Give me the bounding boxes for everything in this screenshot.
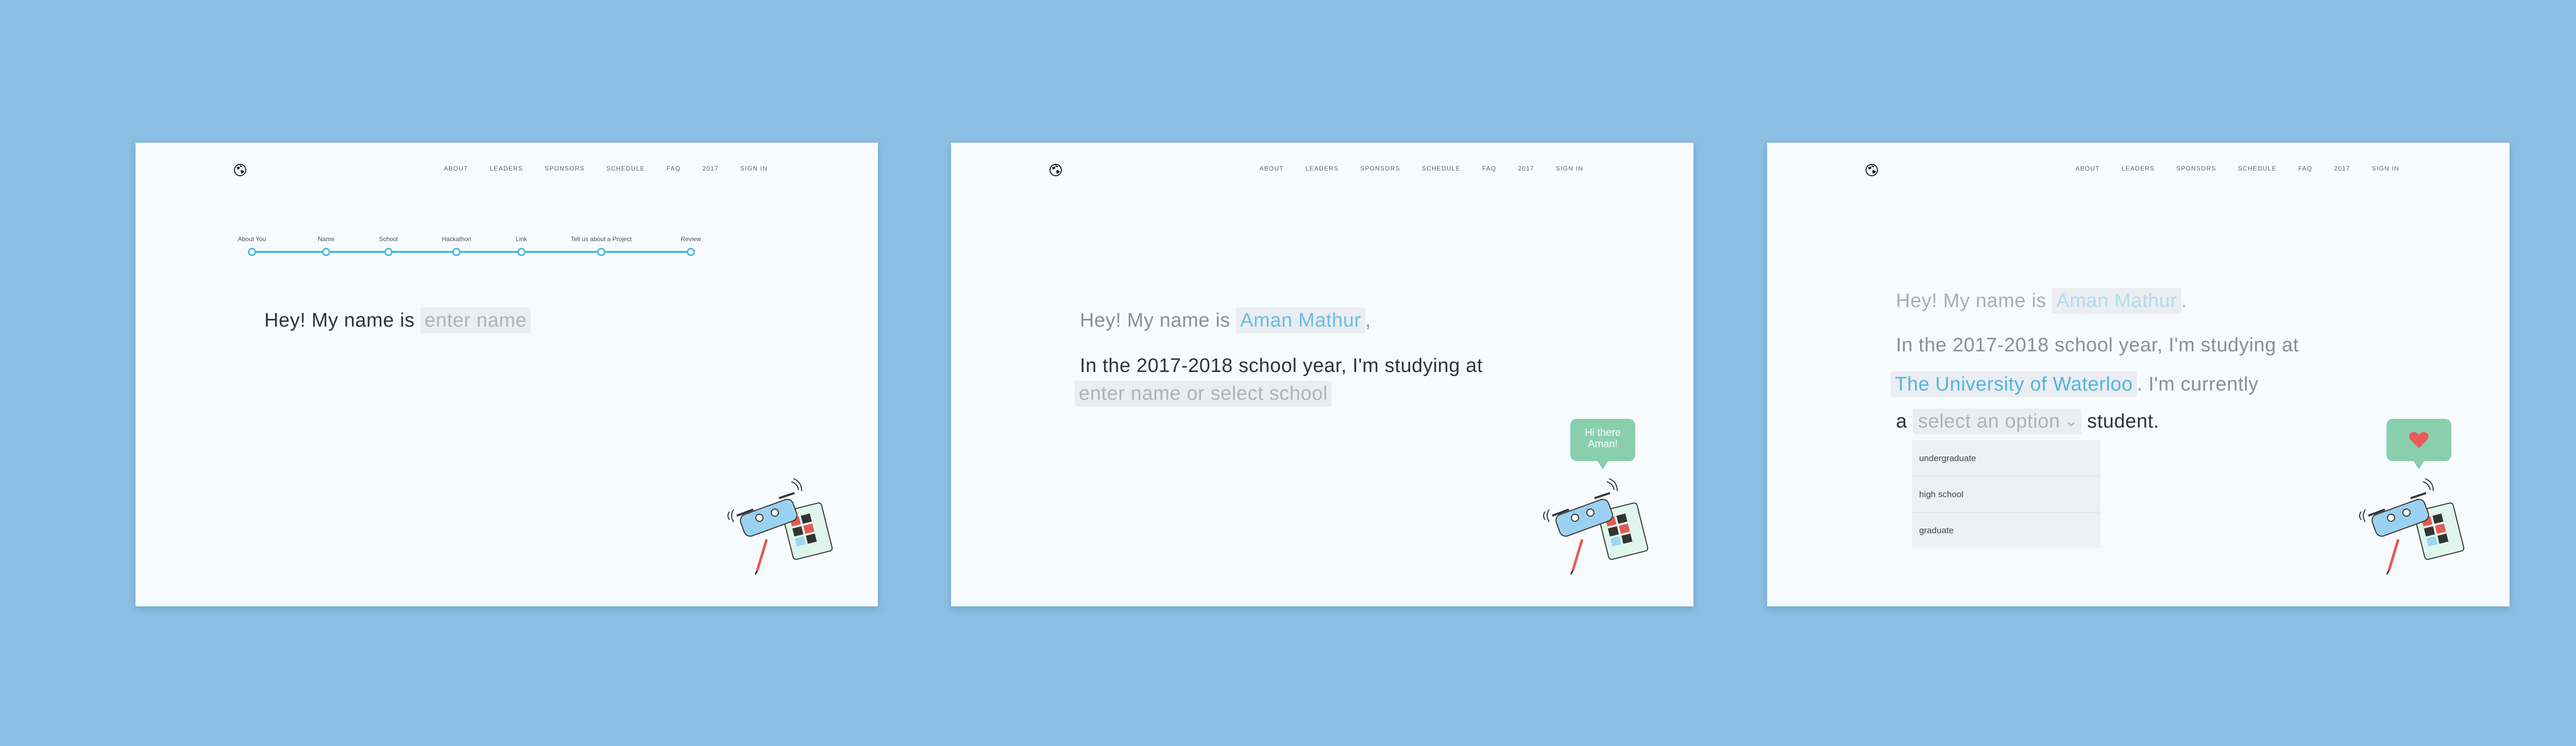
step-dot [517,248,526,256]
chevron-down-icon [2067,422,2075,427]
school-input[interactable]: enter name or select school [1075,381,1332,406]
nav-2017[interactable]: 2017 [1518,165,1534,172]
nav-sponsors[interactable]: SPONSORS [1360,165,1400,172]
greeting-text: Hey! My name is [264,310,415,331]
top-nav: ABOUT LEADERS SPONSORS SCHEDULE FAQ 2017… [444,165,768,172]
currently-text: . I'm currently [2137,374,2259,395]
step-dot [687,248,695,256]
signup-panel-name-step: ABOUT LEADERS SPONSORS SCHEDULE FAQ 2017… [135,143,878,606]
nav-schedule[interactable]: SCHEDULE [606,165,645,172]
comma-text: , [1365,310,1371,331]
school-prompt-text: In the 2017-2018 school year, I'm studyi… [1896,334,2299,356]
school-input[interactable]: The University of Waterloo [1891,371,2137,397]
name-sentence: Hey! My name is Aman Mathur. [1896,288,2187,314]
drone-illustration [2359,478,2465,575]
name-input[interactable]: enter name [420,308,531,333]
step-dot [384,248,393,256]
globe-logo-icon[interactable] [1865,163,1878,177]
step-label: About You [238,235,266,243]
greeting-text: Hey! My name is [1080,310,1230,331]
period-text: . [2181,290,2188,312]
name-input[interactable]: Aman Mathur [1236,308,1365,333]
heart-bubble [2386,419,2451,469]
nav-about[interactable]: ABOUT [2075,165,2099,172]
nav-schedule[interactable]: SCHEDULE [2238,165,2277,172]
level-sentence: a select an option student. [1896,409,2159,434]
top-nav: ABOUT LEADERS SPONSORS SCHEDULE FAQ 2017… [1259,165,1583,172]
nav-sign-in[interactable]: SIGN IN [2372,165,2399,172]
name-input[interactable]: Aman Mathur [2052,288,2181,314]
step-label: Name [317,235,335,243]
school-value-row: The University of Waterloo. I'm currentl… [1891,371,2259,397]
level-select[interactable]: select an option [1912,409,2081,434]
heart-icon [2409,432,2429,448]
select-placeholder: select an option [1918,411,2060,432]
option-undergraduate[interactable]: undergraduate [1912,440,2100,477]
progress-track [249,251,694,253]
student-text: student. [2087,411,2160,432]
nav-faq[interactable]: FAQ [2298,165,2313,172]
step-label: Tell us about a Project [570,235,632,243]
nav-sign-in[interactable]: SIGN IN [740,165,768,172]
step-label: School [379,235,398,243]
drone-illustration [1543,478,1649,575]
school-prompt-text: In the 2017-2018 school year, I'm studyi… [1080,355,1483,377]
school-sentence: In the 2017-2018 school year, I'm studyi… [1080,355,1483,377]
level-options-menu: undergraduate high school graduate [1912,440,2100,548]
nav-leaders[interactable]: LEADERS [490,165,523,172]
step-label: Hackathon [442,235,471,243]
progress-stepper: About You Name School Hackathon Link Tel… [238,235,701,256]
step-dot [452,248,461,256]
top-nav: ABOUT LEADERS SPONSORS SCHEDULE FAQ 2017… [2075,165,2399,172]
nav-leaders[interactable]: LEADERS [1306,165,1338,172]
nav-2017[interactable]: 2017 [702,165,719,172]
name-sentence: Hey! My name is Aman Mathur, [1080,308,1371,333]
nav-2017[interactable]: 2017 [2334,165,2350,172]
globe-logo-icon[interactable] [1049,163,1062,177]
nav-about[interactable]: ABOUT [1259,165,1283,172]
greeting-text: Hey! My name is [1896,290,2046,312]
option-graduate[interactable]: graduate [1912,513,2100,548]
signup-panel-level-step: ABOUT LEADERS SPONSORS SCHEDULE FAQ 2017… [1767,143,2510,606]
school-input-row: enter name or select school [1075,381,1332,406]
step-label: Link [515,235,528,243]
option-high-school[interactable]: high school [1912,477,2100,513]
drone-illustration [727,478,833,575]
nav-sponsors[interactable]: SPONSORS [2176,165,2216,172]
nav-faq[interactable]: FAQ [1482,165,1497,172]
nav-sponsors[interactable]: SPONSORS [545,165,585,172]
step-dot [248,248,256,256]
step-dot [322,248,330,256]
step-label: Review [681,235,701,243]
a-text: a [1896,411,1907,432]
greeting-bubble: Hi there Aman! [1570,419,1635,469]
nav-faq[interactable]: FAQ [667,165,681,172]
globe-logo-icon[interactable] [233,163,247,177]
step-dot [597,248,605,256]
nav-sign-in[interactable]: SIGN IN [1556,165,1583,172]
school-sentence: In the 2017-2018 school year, I'm studyi… [1896,334,2299,357]
bubble-text: Hi there Aman! [1584,427,1621,450]
nav-about[interactable]: ABOUT [444,165,468,172]
signup-panel-school-step: ABOUT LEADERS SPONSORS SCHEDULE FAQ 2017… [951,143,1693,606]
nav-leaders[interactable]: LEADERS [2122,165,2155,172]
nav-schedule[interactable]: SCHEDULE [1422,165,1461,172]
name-sentence: Hey! My name is enter name [264,308,531,333]
